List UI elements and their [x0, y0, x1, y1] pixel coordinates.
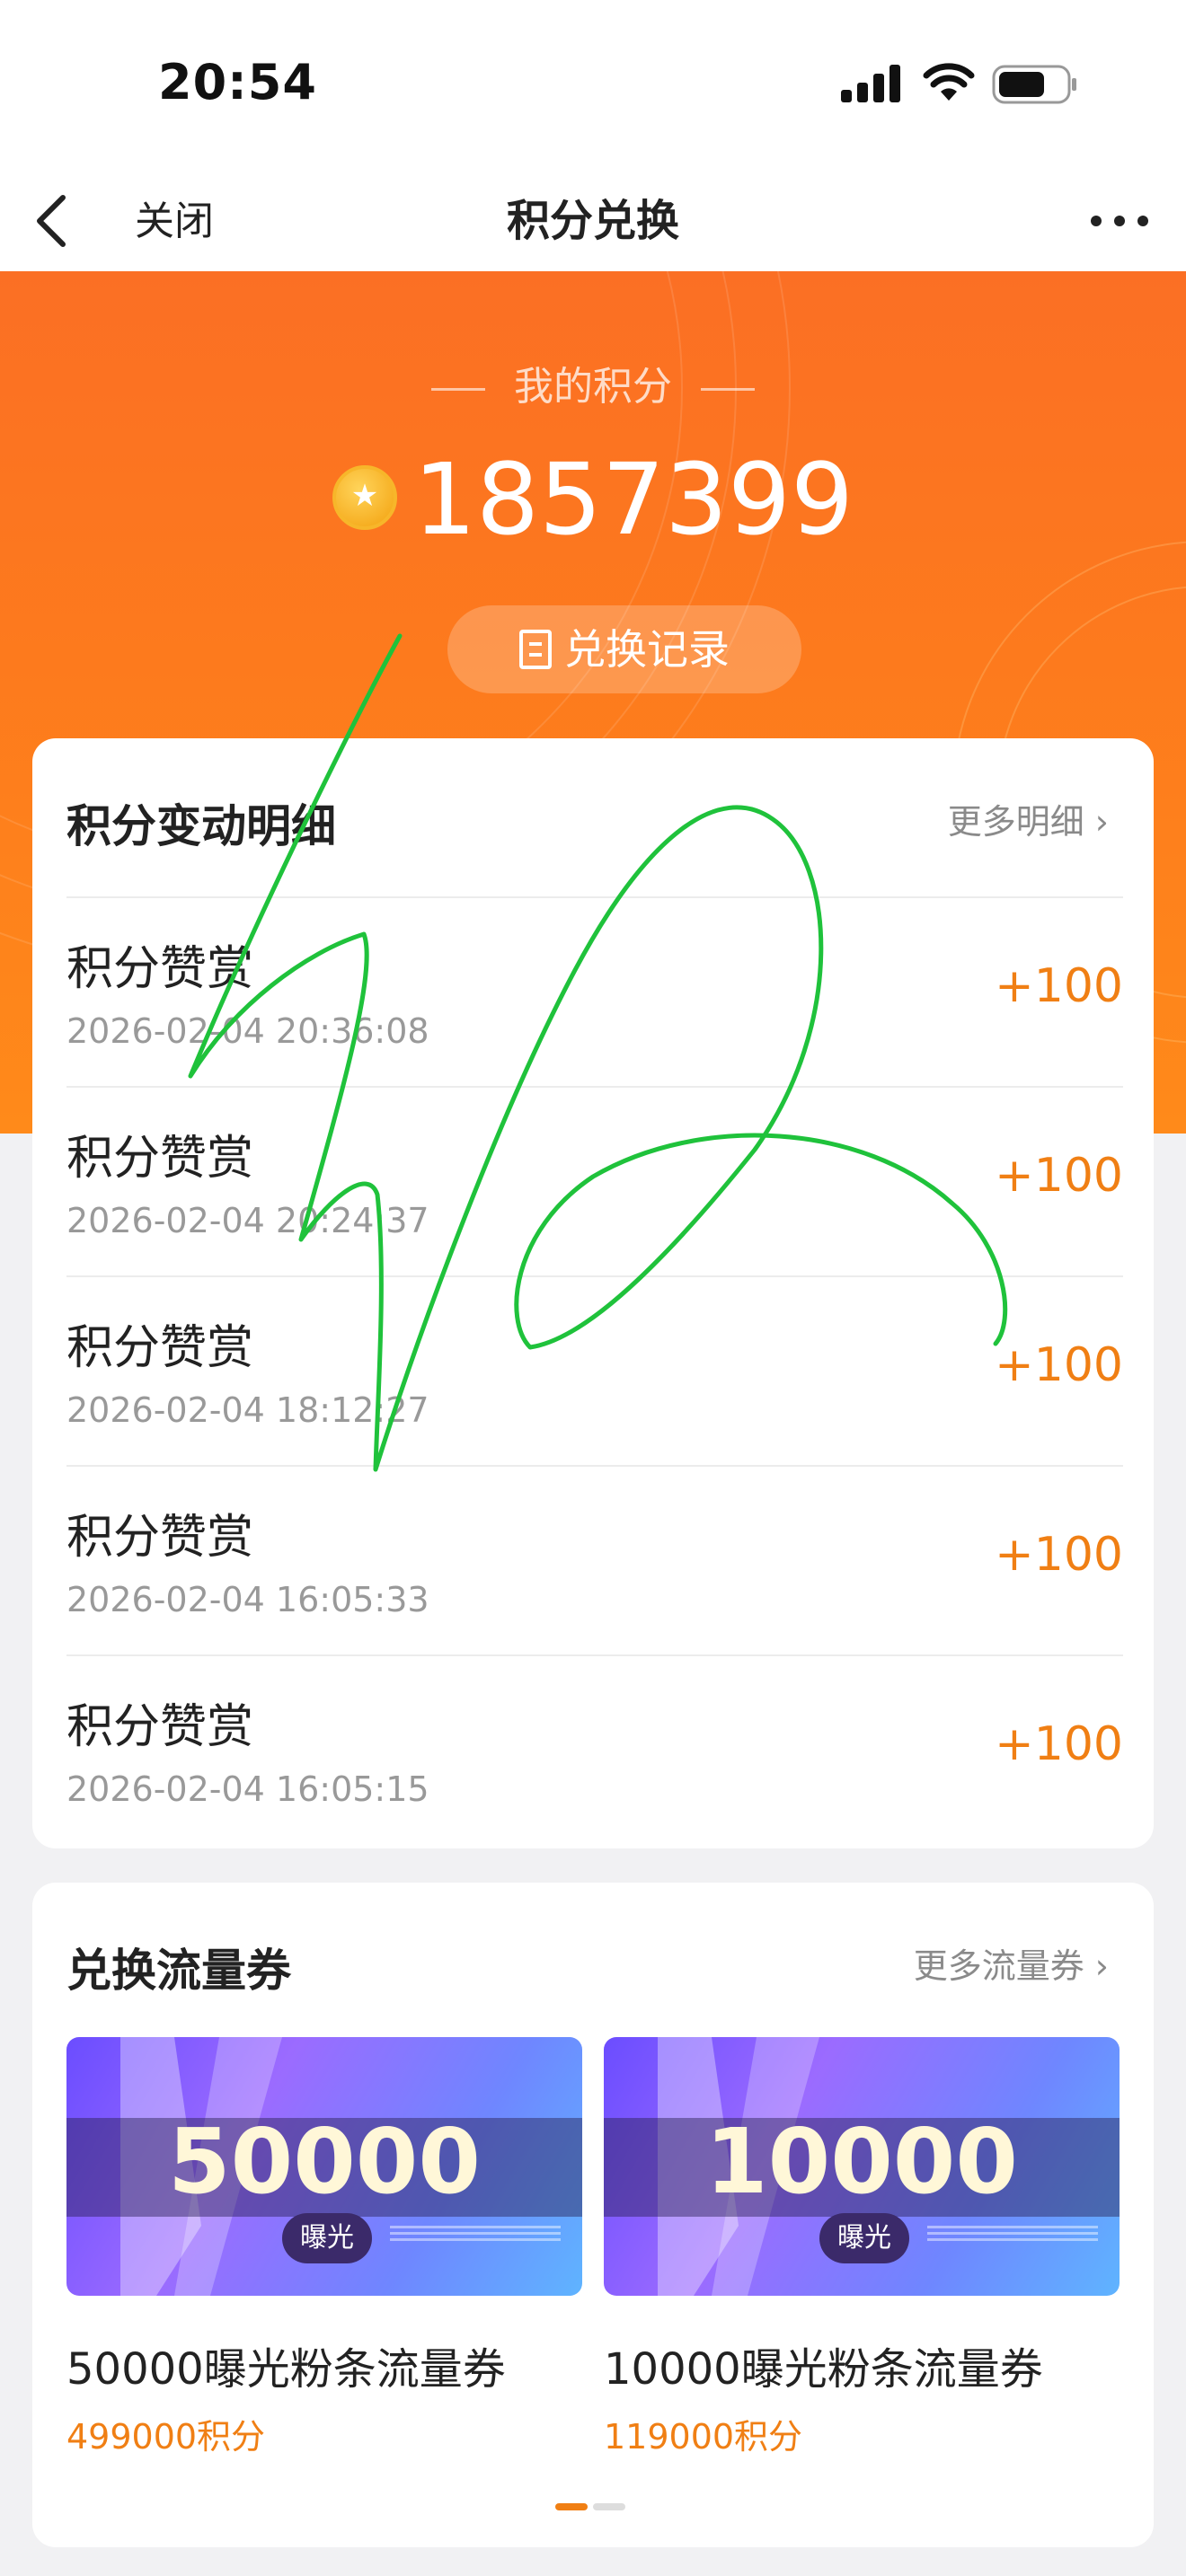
carousel-indicator [555, 2497, 631, 2514]
coin-icon [332, 464, 398, 530]
voucher-image: 10000 曝光 [604, 2037, 1120, 2296]
voucher-card[interactable]: 10000 曝光 10000曝光粉条流量券 119000积分 [604, 2037, 1120, 2458]
item-time: 2026-02-04 18:12:27 [66, 1390, 429, 1430]
item-value: +100 [995, 1149, 1123, 1203]
battery-icon [992, 65, 1076, 104]
item-time: 2026-02-04 20:24:37 [66, 1201, 429, 1240]
voucher-card[interactable]: 50000 曝光 50000曝光粉条流量券 499000积分 [66, 2037, 582, 2458]
nav-bar: 关闭 积分兑换 [0, 171, 1186, 271]
wifi-icon [923, 63, 975, 101]
voucher-amount: 50000 [168, 2109, 481, 2214]
document-icon [519, 629, 552, 669]
item-value: +100 [995, 1717, 1123, 1771]
item-name: 积分赞赏 [66, 1700, 254, 1754]
fine-print-decoration [927, 2222, 1098, 2247]
cellular-signal-icon [841, 65, 900, 102]
item-time: 2026-02-04 16:05:15 [66, 1769, 429, 1809]
voucher-cost: 499000积分 [66, 2417, 266, 2457]
more-vouchers-link[interactable]: 更多流量券 [914, 1938, 1109, 1988]
list-item: 积分赞赏 2026-02-04 20:36:08 +100 [66, 896, 1123, 1086]
voucher-name: 50000曝光粉条流量券 [66, 2344, 506, 2395]
fine-print-decoration [390, 2222, 561, 2247]
voucher-tag: 曝光 [819, 2213, 909, 2263]
item-time: 2026-02-04 20:36:08 [66, 1011, 429, 1051]
status-time: 20:54 [158, 54, 317, 110]
item-name: 积分赞赏 [66, 942, 254, 996]
list-item: 积分赞赏 2026-02-04 18:12:27 +100 [66, 1275, 1123, 1465]
points-balance: 1857399 [0, 442, 1186, 557]
item-value: +100 [995, 959, 1123, 1013]
list-item: 积分赞赏 2026-02-04 16:05:33 +100 [66, 1465, 1123, 1654]
status-bar: 20:54 [0, 0, 1186, 171]
item-name: 积分赞赏 [66, 1132, 254, 1186]
back-chevron-icon[interactable] [27, 183, 81, 259]
item-name: 积分赞赏 [66, 1511, 254, 1565]
item-value: +100 [995, 1338, 1123, 1392]
exchange-record-button[interactable]: 兑换记录 [447, 605, 801, 693]
voucher-amount: 10000 [705, 2109, 1018, 2214]
item-value: +100 [995, 1528, 1123, 1582]
voucher-name: 10000曝光粉条流量券 [604, 2344, 1043, 2395]
points-detail-card: 积分变动明细 更多明细 积分赞赏 2026-02-04 20:36:08 +10… [32, 738, 1154, 1848]
voucher-image: 50000 曝光 [66, 2037, 582, 2296]
list-item: 积分赞赏 2026-02-04 20:24:37 +100 [66, 1086, 1123, 1275]
exchange-vouchers-card: 兑换流量券 更多流量券 50000 曝光 50000曝光粉条流量券 499000… [32, 1883, 1154, 2547]
more-options-icon[interactable] [1084, 196, 1155, 246]
more-details-link[interactable]: 更多明细 [948, 794, 1109, 843]
vouchers-heading: 兑换流量券 [66, 1945, 291, 1997]
points-detail-heading: 积分变动明细 [66, 800, 336, 852]
close-button[interactable]: 关闭 [135, 189, 214, 246]
voucher-tag: 曝光 [282, 2213, 372, 2263]
voucher-cost: 119000积分 [604, 2417, 803, 2457]
item-name: 积分赞赏 [66, 1321, 254, 1375]
list-item: 积分赞赏 2026-02-04 16:05:15 +100 [66, 1654, 1123, 1844]
item-time: 2026-02-04 16:05:33 [66, 1580, 429, 1619]
my-points-label: 我的积分 [0, 354, 1186, 411]
